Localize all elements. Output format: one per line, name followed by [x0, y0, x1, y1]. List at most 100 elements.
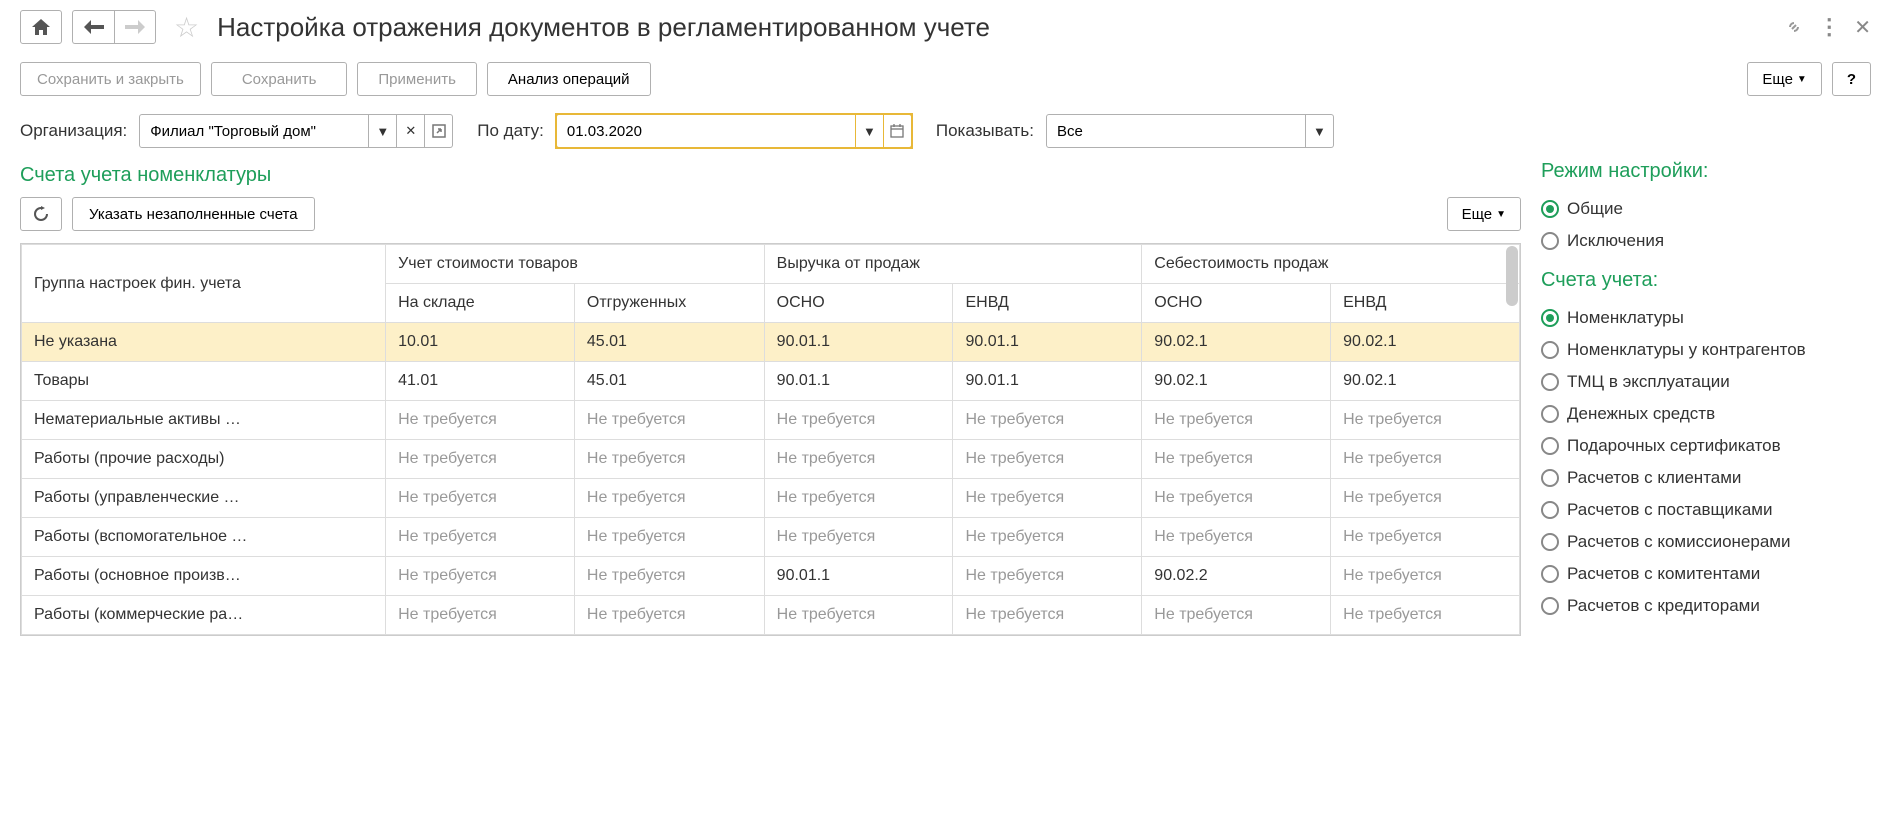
col-revenue[interactable]: Выручка от продаж	[764, 245, 1142, 284]
table-cell[interactable]: Работы (управленческие …	[22, 479, 386, 518]
table-cell[interactable]: Товары	[22, 362, 386, 401]
org-open-button[interactable]	[425, 114, 453, 148]
org-input[interactable]	[139, 114, 369, 148]
table-cell[interactable]: 41.01	[386, 362, 575, 401]
table-cell[interactable]: Не требуется	[574, 557, 764, 596]
col-stock[interactable]: На складе	[386, 284, 575, 323]
date-calendar-button[interactable]	[884, 114, 912, 148]
table-cell[interactable]: Не требуется	[764, 479, 953, 518]
accounts-option[interactable]: Расчетов с поставщиками	[1541, 494, 1871, 526]
table-cell[interactable]: Не требуется	[574, 596, 764, 635]
back-button[interactable]	[72, 10, 114, 44]
table-cell[interactable]: 90.01.1	[764, 557, 953, 596]
accounts-option[interactable]: Номенклатуры	[1541, 302, 1871, 334]
table-row[interactable]: Работы (коммерческие ра…Не требуетсяНе т…	[22, 596, 1520, 635]
table-cell[interactable]: 90.02.1	[1331, 323, 1520, 362]
table-cell[interactable]: 45.01	[574, 362, 764, 401]
col-rev-osno[interactable]: ОСНО	[764, 284, 953, 323]
table-row[interactable]: Товары41.0145.0190.01.190.01.190.02.190.…	[22, 362, 1520, 401]
table-cell[interactable]: Не требуется	[386, 440, 575, 479]
help-button[interactable]: ?	[1832, 62, 1871, 96]
mode-option[interactable]: Исключения	[1541, 225, 1871, 257]
save-close-button[interactable]: Сохранить и закрыть	[20, 62, 201, 96]
table-cell[interactable]: 90.02.1	[1142, 362, 1331, 401]
table-cell[interactable]: Не требуется	[1142, 596, 1331, 635]
table-row[interactable]: Работы (вспомогательное …Не требуетсяНе …	[22, 518, 1520, 557]
table-cell[interactable]: 90.01.1	[764, 323, 953, 362]
table-cell[interactable]: Работы (вспомогательное …	[22, 518, 386, 557]
link-icon[interactable]	[1784, 17, 1804, 37]
table-cell[interactable]: 90.01.1	[764, 362, 953, 401]
forward-button[interactable]	[114, 10, 156, 44]
table-cell[interactable]: Не требуется	[1331, 596, 1520, 635]
save-button[interactable]: Сохранить	[211, 62, 348, 96]
col-shipped[interactable]: Отгруженных	[574, 284, 764, 323]
refresh-button[interactable]	[20, 197, 62, 231]
date-input[interactable]	[556, 114, 856, 148]
org-clear-button[interactable]: ✕	[397, 114, 425, 148]
show-combo[interactable]: ▼	[1046, 114, 1334, 148]
table-cell[interactable]: Не требуется	[764, 440, 953, 479]
mode-option[interactable]: Общие	[1541, 193, 1871, 225]
table-row[interactable]: Нематериальные активы …Не требуетсяНе тр…	[22, 401, 1520, 440]
date-dropdown-button[interactable]: ▼	[856, 114, 884, 148]
table-row[interactable]: Работы (прочие расходы)Не требуетсяНе тр…	[22, 440, 1520, 479]
accounts-option[interactable]: Расчетов с клиентами	[1541, 462, 1871, 494]
table-cell[interactable]: 90.01.1	[953, 323, 1142, 362]
org-combo[interactable]: ▼ ✕	[139, 114, 453, 148]
table-cell[interactable]: Не требуется	[386, 557, 575, 596]
table-cell[interactable]: Не требуется	[1331, 479, 1520, 518]
accounts-option[interactable]: Расчетов с кредиторами	[1541, 590, 1871, 622]
table-cell[interactable]: Не требуется	[953, 440, 1142, 479]
apply-button[interactable]: Применить	[357, 62, 477, 96]
accounts-table[interactable]: Группа настроек фин. учета Учет стоимост…	[20, 243, 1521, 636]
table-cell[interactable]: 45.01	[574, 323, 764, 362]
accounts-option[interactable]: Расчетов с комиссионерами	[1541, 526, 1871, 558]
col-cost[interactable]: Учет стоимости товаров	[386, 245, 765, 284]
table-cell[interactable]: Не требуется	[953, 557, 1142, 596]
table-row[interactable]: Не указана10.0145.0190.01.190.01.190.02.…	[22, 323, 1520, 362]
table-cell[interactable]: Не требуется	[1331, 401, 1520, 440]
col-group[interactable]: Группа настроек фин. учета	[22, 245, 386, 323]
close-icon[interactable]: ✕	[1854, 15, 1871, 40]
table-cell[interactable]: Не требуется	[764, 518, 953, 557]
col-cogs[interactable]: Себестоимость продаж	[1142, 245, 1520, 284]
date-combo[interactable]: ▼	[556, 114, 912, 148]
table-cell[interactable]: Не требуется	[1142, 401, 1331, 440]
accounts-option[interactable]: Номенклатуры у контрагентов	[1541, 334, 1871, 366]
table-cell[interactable]: Не указана	[22, 323, 386, 362]
table-cell[interactable]: Не требуется	[953, 401, 1142, 440]
table-cell[interactable]: Нематериальные активы …	[22, 401, 386, 440]
table-cell[interactable]: Не требуется	[574, 518, 764, 557]
table-cell[interactable]: Не требуется	[1331, 557, 1520, 596]
accounts-option[interactable]: Денежных средств	[1541, 398, 1871, 430]
table-cell[interactable]: Не требуется	[953, 479, 1142, 518]
table-cell[interactable]: Не требуется	[386, 518, 575, 557]
analyze-button[interactable]: Анализ операций	[487, 62, 651, 96]
table-cell[interactable]: Работы (коммерческие ра…	[22, 596, 386, 635]
table-cell[interactable]: Не требуется	[1331, 518, 1520, 557]
table-cell[interactable]: Не требуется	[953, 596, 1142, 635]
table-cell[interactable]: 90.02.2	[1142, 557, 1331, 596]
show-input[interactable]	[1046, 114, 1306, 148]
table-cell[interactable]: Не требуется	[953, 518, 1142, 557]
table-cell[interactable]: Работы (прочие расходы)	[22, 440, 386, 479]
table-cell[interactable]: 90.02.1	[1142, 323, 1331, 362]
table-row[interactable]: Работы (основное произв…Не требуетсяНе т…	[22, 557, 1520, 596]
table-cell[interactable]: Работы (основное произв…	[22, 557, 386, 596]
home-button[interactable]	[20, 10, 62, 44]
org-dropdown-button[interactable]: ▼	[369, 114, 397, 148]
table-cell[interactable]: Не требуется	[574, 440, 764, 479]
table-row[interactable]: Работы (управленческие …Не требуетсяНе т…	[22, 479, 1520, 518]
table-cell[interactable]: 90.02.1	[1331, 362, 1520, 401]
col-rev-envd[interactable]: ЕНВД	[953, 284, 1142, 323]
favorite-star-icon[interactable]: ☆	[174, 11, 199, 44]
table-cell[interactable]: 90.01.1	[953, 362, 1142, 401]
accounts-option[interactable]: ТМЦ в эксплуатации	[1541, 366, 1871, 398]
more-button[interactable]: Еще▼	[1747, 62, 1821, 96]
table-cell[interactable]: Не требуется	[386, 401, 575, 440]
table-cell[interactable]: Не требуется	[574, 401, 764, 440]
table-cell[interactable]: 10.01	[386, 323, 575, 362]
table-cell[interactable]: Не требуется	[1142, 479, 1331, 518]
fill-accounts-button[interactable]: Указать незаполненные счета	[72, 197, 315, 231]
